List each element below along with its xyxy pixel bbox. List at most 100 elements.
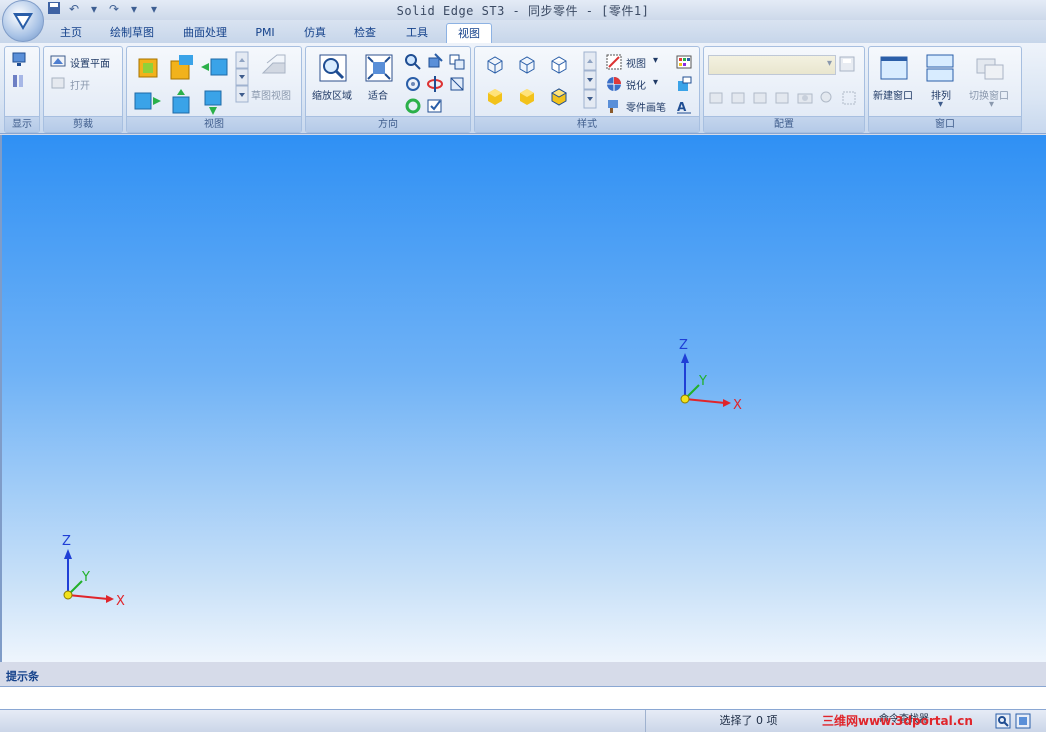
switch-window-dropdown-icon[interactable]: ▾ [989, 99, 994, 110]
triad-x-label: X [116, 594, 125, 609]
background-icon[interactable] [675, 75, 693, 93]
status-view-icon[interactable] [1015, 713, 1031, 729]
zoom-area-button[interactable]: 缩放区域 [312, 87, 352, 102]
undo-dropdown-icon[interactable]: ▾ [86, 1, 102, 17]
config-tool-1-icon[interactable] [708, 89, 726, 107]
copy-view-icon[interactable] [448, 53, 466, 71]
tab-home[interactable]: 主页 [50, 23, 92, 43]
ribbon: 显示 设置平面 打开 剪裁 草图视图 视图 缩放区域 适合 方向 视图 ▾ 锐化… [0, 43, 1046, 134]
redo-dropdown-icon[interactable]: ▾ [126, 1, 142, 17]
sharpen-button[interactable]: 锐化 [626, 77, 646, 92]
customize-qat-icon[interactable]: ▾ [146, 1, 162, 17]
tab-surfacing[interactable]: 曲面处理 [172, 23, 238, 43]
set-plane-button[interactable]: 设置平面 [70, 55, 110, 70]
base-coordinate-system[interactable]: Z X Y [667, 335, 757, 415]
config-tool-7-icon[interactable] [840, 89, 858, 107]
color-palette-icon[interactable] [675, 53, 693, 71]
quick-access-toolbar: ↶ ▾ ↷ ▾ ▾ [46, 0, 162, 18]
arrange-icon [926, 54, 954, 82]
view-bottom-icon[interactable] [167, 87, 197, 117]
style-gallery-scroll-icon[interactable] [583, 51, 597, 109]
save-icon[interactable] [46, 1, 62, 17]
selection-status: 选择了 0 项 [645, 710, 851, 732]
open-clip-icon [51, 77, 65, 89]
fit-button[interactable]: 适合 [368, 87, 388, 102]
watermark: 三维网www.3dportal.cn [822, 714, 973, 728]
tab-inspect[interactable]: 检查 [344, 23, 386, 43]
view-style-dropdown-icon[interactable]: ▾ [653, 55, 658, 66]
shaded-icon[interactable] [485, 87, 505, 107]
view-back-icon[interactable] [199, 87, 229, 117]
combo-dropdown-icon[interactable]: ▾ [827, 58, 832, 69]
views-gallery-scroll-icon[interactable] [235, 51, 249, 103]
triad-y-label: Y [81, 570, 90, 585]
open-clip-button[interactable]: 打开 [70, 77, 90, 92]
spin-about-icon[interactable] [426, 75, 444, 93]
arrange-dropdown-icon[interactable]: ▾ [938, 99, 943, 110]
svg-text:A: A [677, 100, 687, 114]
zoom-area-icon [319, 54, 347, 82]
solid-edge-logo-icon [13, 13, 33, 30]
view-left-icon[interactable] [133, 87, 163, 117]
view-front-icon[interactable] [133, 53, 163, 83]
status-search-icon[interactable] [995, 713, 1011, 729]
tab-pmi[interactable]: PMI [246, 23, 284, 43]
undo-icon[interactable]: ↶ [66, 1, 82, 17]
pan-icon[interactable] [426, 53, 444, 71]
group-clip: 设置平面 打开 剪裁 [43, 46, 123, 133]
prompt-bar-title: 提示条 [6, 670, 39, 683]
named-views-icon[interactable] [426, 97, 444, 115]
group-label-display: 显示 [5, 116, 39, 132]
status-icons [995, 713, 1031, 729]
visible-hidden-edges-icon[interactable] [517, 55, 537, 75]
group-label-config: 配置 [704, 116, 864, 132]
group-label-views: 视图 [127, 116, 301, 132]
config-tool-6-icon[interactable] [818, 89, 836, 107]
visible-edges-icon[interactable] [549, 55, 569, 75]
display-monitor-icon[interactable] [11, 51, 29, 69]
config-tool-3-icon[interactable] [752, 89, 770, 107]
shaded-edges-icon[interactable] [517, 87, 537, 107]
zoom-icon[interactable] [404, 53, 422, 71]
redo-icon[interactable]: ↷ [106, 1, 122, 17]
view-right-icon[interactable] [199, 53, 229, 83]
x-axis-label: X [733, 398, 742, 413]
new-window-button[interactable]: 新建窗口 [873, 87, 913, 102]
switch-window-icon [976, 58, 1004, 80]
view-top-icon[interactable] [167, 53, 197, 83]
text-style-icon[interactable]: A [675, 97, 693, 115]
ribbon-tabs: 主页 绘制草图 曲面处理 PMI 仿真 检查 工具 视图 [0, 20, 1046, 44]
group-label-clip: 剪裁 [44, 116, 122, 132]
triad-z-label: Z [62, 534, 71, 549]
display-panels-icon[interactable] [11, 73, 29, 91]
common-views-icon[interactable] [448, 75, 466, 93]
sharpen-dropdown-icon[interactable]: ▾ [653, 77, 658, 88]
tab-tools[interactable]: 工具 [396, 23, 438, 43]
save-configuration-icon[interactable] [838, 55, 856, 73]
application-button[interactable] [2, 0, 44, 42]
view-style-button[interactable]: 视图 [626, 55, 646, 70]
sketch-view-icon [261, 54, 286, 74]
wireframe-icon[interactable] [485, 55, 505, 75]
group-orient: 缩放区域 适合 方向 [305, 46, 471, 133]
part-painter-button[interactable]: 零件画笔 [626, 99, 666, 114]
view-style-icon [606, 54, 622, 70]
shaded-visible-edges-icon[interactable] [549, 87, 569, 107]
tab-view[interactable]: 视图 [446, 23, 492, 44]
y-axis-label: Y [698, 374, 707, 389]
group-label-window: 窗口 [869, 116, 1021, 132]
view-triad: Z X Y [62, 534, 125, 609]
camera-icon[interactable] [796, 89, 814, 107]
tab-sketch[interactable]: 绘制草图 [100, 23, 164, 43]
z-axis-label: Z [679, 338, 688, 353]
tab-simulation[interactable]: 仿真 [294, 23, 336, 43]
configuration-combo[interactable]: ▾ [708, 55, 836, 75]
set-plane-icon[interactable] [50, 53, 68, 71]
look-at-face-icon[interactable] [404, 97, 422, 115]
config-tool-2-icon[interactable] [730, 89, 748, 107]
config-tool-4-icon[interactable] [774, 89, 792, 107]
group-label-orient: 方向 [306, 116, 470, 132]
sketch-view-button[interactable]: 草图视图 [251, 87, 291, 102]
rotate-icon[interactable] [404, 75, 422, 93]
graphics-viewport[interactable]: Z X Y Z X Y [0, 135, 1046, 662]
